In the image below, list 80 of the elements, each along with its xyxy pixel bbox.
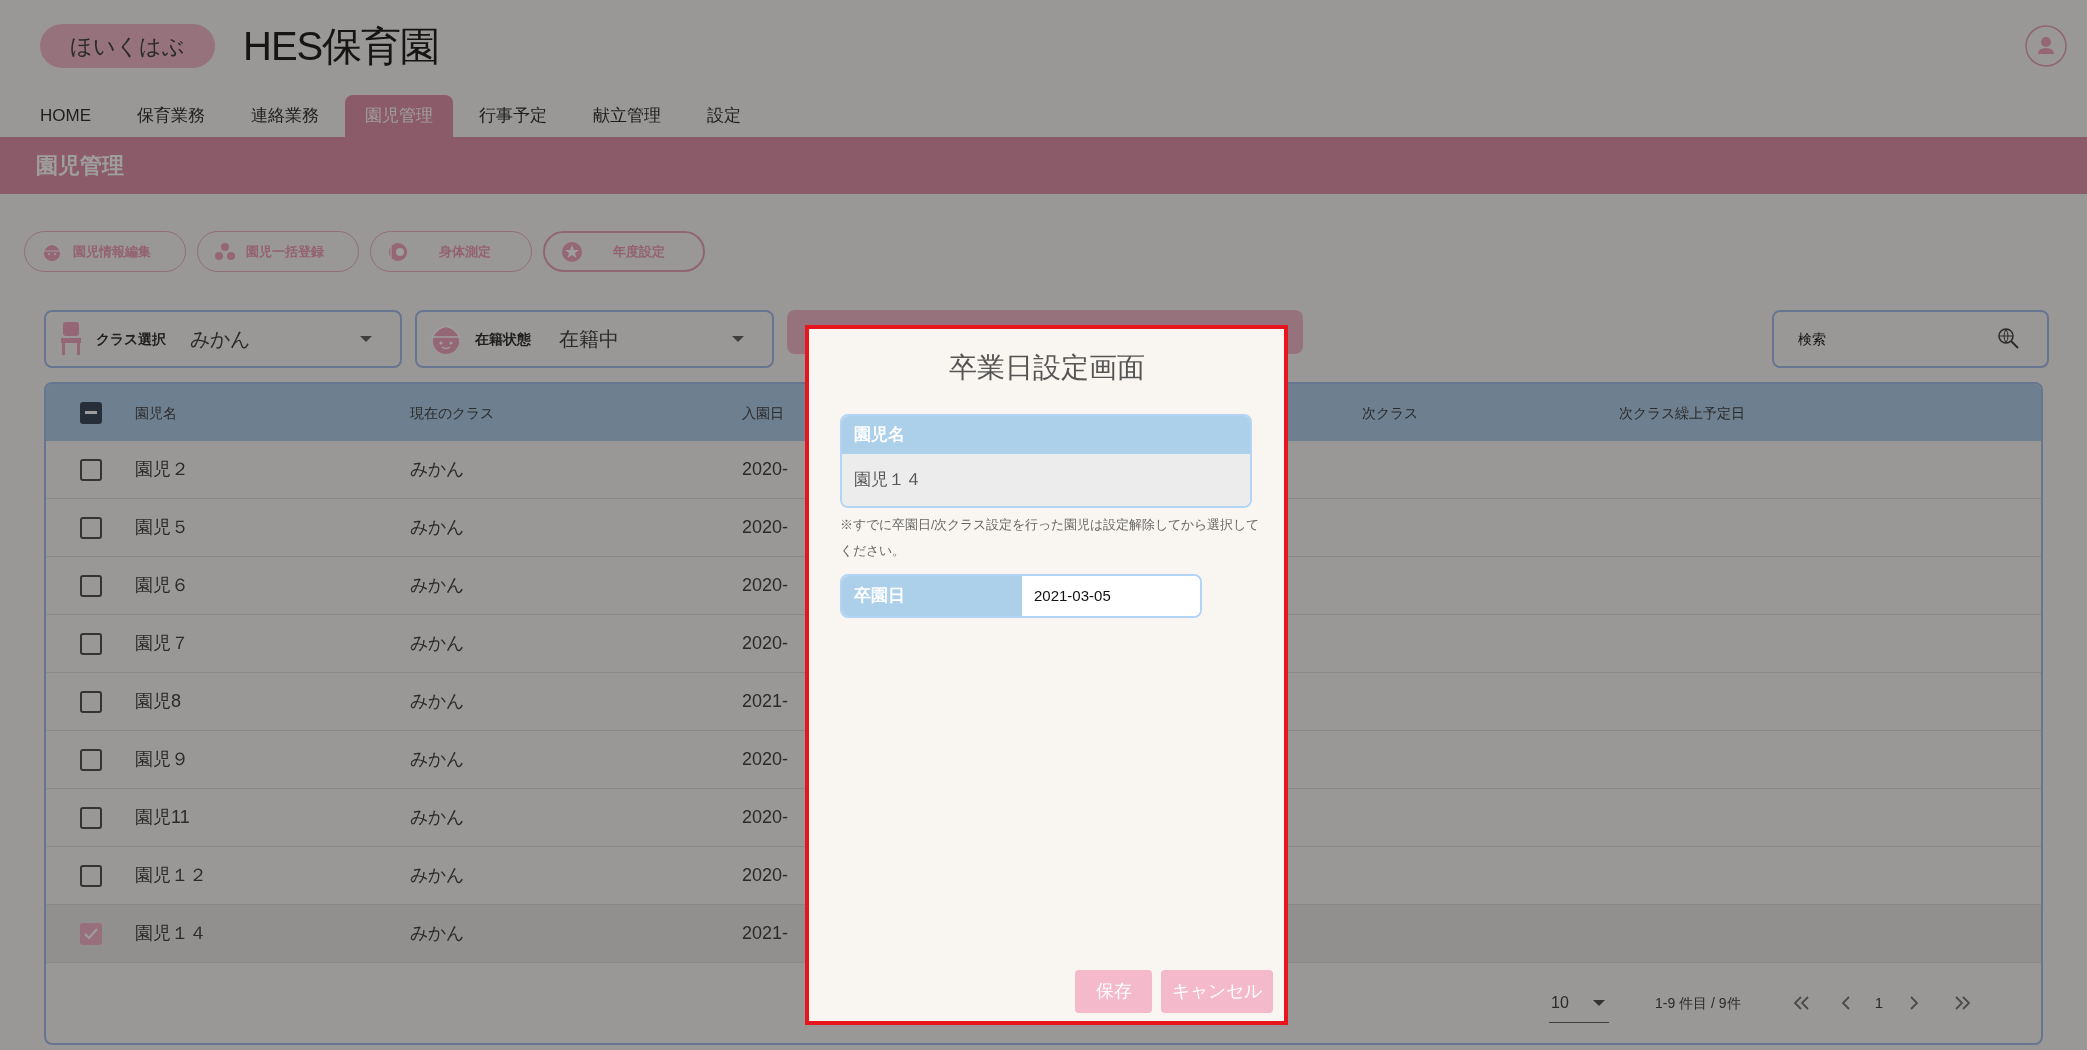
table-cell: 園児8: [135, 691, 181, 711]
page-title: 園児管理: [36, 152, 124, 180]
row-checkbox[interactable]: [79, 922, 102, 945]
class-select[interactable]: クラス選択 みかん: [44, 310, 402, 368]
circle-icon: [387, 240, 409, 263]
table-cell: 2021-: [742, 923, 789, 943]
dropdown-caret-icon: [732, 336, 744, 342]
row-checkbox[interactable]: [79, 748, 102, 771]
field-label: 在籍状態: [475, 329, 531, 349]
select-value: みかん: [190, 327, 251, 352]
column-header[interactable]: 現在のクラス: [410, 404, 494, 421]
column-header[interactable]: 入園日: [742, 404, 784, 421]
search-icon: [1997, 327, 2019, 349]
table-cell: 園児11: [135, 807, 190, 827]
table-cell: 園児５: [135, 517, 189, 537]
table-cell: みかん: [410, 691, 464, 711]
table-cell: 2020-: [742, 575, 789, 595]
dialog-title: 卒業日設定画面: [948, 351, 1145, 385]
search-field[interactable]: 検索: [1772, 310, 2049, 368]
table-cell: みかん: [410, 517, 464, 537]
table-cell: 園児９: [135, 749, 189, 769]
table-cell: 2020-: [742, 459, 789, 479]
first-page-icon[interactable]: [1792, 996, 1811, 1010]
table-cell: みかん: [410, 459, 464, 479]
app-title: HES保育園: [243, 23, 440, 70]
table-cell: みかん: [410, 633, 464, 653]
status-select[interactable]: 在籍状態 在籍中: [415, 310, 774, 368]
nav-tab[interactable]: 献立管理: [573, 95, 681, 137]
row-checkbox[interactable]: [79, 806, 102, 829]
table-cell: 園児６: [135, 575, 189, 595]
row-checkbox[interactable]: [79, 690, 102, 713]
next-page-icon[interactable]: [1909, 996, 1919, 1010]
table-cell: 2020-: [742, 517, 789, 537]
page-number[interactable]: 1: [1874, 991, 1883, 1015]
field-value: 園児１４: [854, 469, 922, 492]
rows-per-page-select[interactable]: 10: [1549, 983, 1610, 1023]
table-cell: 2020-: [742, 807, 789, 827]
table-cell: みかん: [410, 575, 464, 595]
table-cell: 2020-: [742, 865, 789, 885]
chair-icon: [60, 322, 82, 356]
row-checkbox[interactable]: [79, 458, 102, 481]
table-cell: 園児２: [135, 459, 189, 479]
checkmark-icon: [83, 927, 98, 940]
select-all-checkbox[interactable]: [79, 401, 102, 424]
nav-tab[interactable]: 設定: [687, 95, 761, 137]
row-checkbox[interactable]: [79, 516, 102, 539]
table-cell: 2020-: [742, 633, 789, 653]
logo: ほいくはぶ: [40, 24, 215, 68]
column-header[interactable]: 次クラス繰上予定日: [1619, 404, 1745, 421]
table-cell: 2021-: [742, 691, 789, 711]
nav-tab[interactable]: 連絡業務: [231, 95, 339, 137]
table-cell: みかん: [410, 807, 464, 827]
last-page-icon[interactable]: [1953, 996, 1971, 1010]
field-label: 卒園日: [854, 585, 905, 608]
table-cell: 2020-: [742, 749, 789, 769]
dropdown-caret-icon: [1593, 999, 1606, 1006]
dropdown-caret-icon: [360, 336, 372, 342]
nav-tab[interactable]: HOME: [20, 95, 111, 137]
date-field[interactable]: 2021-03-05: [1022, 576, 1200, 616]
note-text: ※すでに卒園日/次クラス設定を行った園児は設定解除してから選択してください。: [840, 517, 1260, 560]
nav-tab[interactable]: 行事予定: [459, 95, 567, 137]
field-label: 園児名: [854, 424, 905, 447]
table-cell: みかん: [410, 865, 464, 885]
column-header[interactable]: 園児名: [135, 404, 177, 421]
row-checkbox[interactable]: [79, 864, 102, 887]
row-checkbox[interactable]: [79, 632, 102, 655]
select-value: 在籍中: [559, 327, 620, 352]
nav-tab[interactable]: 園児管理: [345, 95, 453, 137]
nav-tab[interactable]: 保育業務: [117, 95, 225, 137]
field-label: クラス選択: [96, 329, 166, 349]
pagination-range: 1-9 件目 / 9件: [1655, 993, 1741, 1013]
table-cell: 園児１４: [135, 923, 207, 943]
previous-page-icon[interactable]: [1840, 996, 1851, 1010]
column-header[interactable]: 次クラス: [1362, 404, 1418, 421]
table-cell: 園児１２: [135, 865, 207, 885]
row-checkbox[interactable]: [79, 574, 102, 597]
table-cell: みかん: [410, 923, 464, 943]
table-cell: 園児７: [135, 633, 189, 653]
children-icon: [214, 240, 236, 263]
table-cell: みかん: [410, 749, 464, 769]
